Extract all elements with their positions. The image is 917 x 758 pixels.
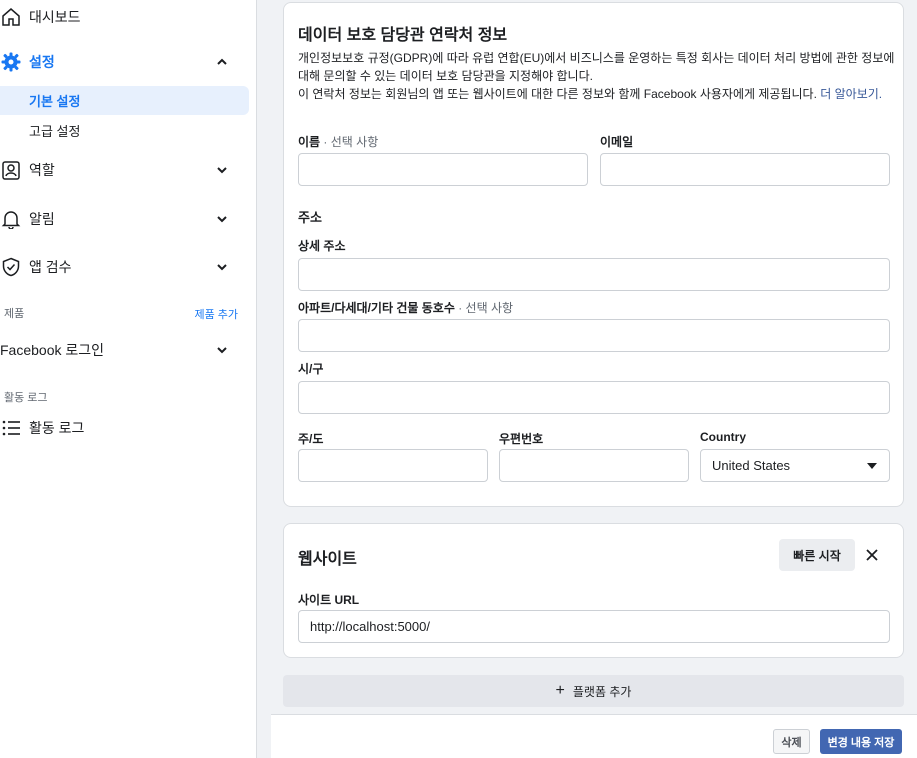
quickstart-button[interactable]: 빠른 시작	[779, 539, 855, 571]
sidebar-subitem-label: 기본 설정	[29, 94, 81, 109]
add-platform-label: 플랫폼 추가	[572, 684, 632, 699]
home-icon	[0, 6, 22, 28]
site-url-label: 사이트 URL	[298, 593, 360, 607]
street-address-field[interactable]	[298, 258, 890, 291]
country-label: Country	[700, 430, 746, 444]
sidebar-item-label: 활동 로그	[29, 420, 85, 436]
chevron-up-icon[interactable]	[215, 55, 229, 69]
card-title: 웹사이트	[298, 551, 357, 568]
apartment-field[interactable]	[298, 319, 890, 352]
save-changes-button[interactable]: 변경 내용 저장	[820, 729, 902, 754]
sidebar-item-activity-log[interactable]: 활동 로그	[0, 408, 249, 448]
street-label: 상세 주소	[298, 239, 346, 253]
site-url-field[interactable]: http://localhost:5000/	[298, 610, 890, 643]
caret-down-icon	[867, 463, 877, 469]
website-card: 웹사이트 빠른 시작 사이트 URL http://localhost:5000…	[283, 523, 904, 658]
person-badge-icon	[0, 159, 22, 181]
activity-section-label: 활동 로그	[4, 392, 48, 404]
sidebar-item-label: 대시보드	[29, 9, 81, 25]
list-icon	[0, 417, 22, 439]
delete-button[interactable]: 삭제	[773, 729, 810, 754]
description-line: 대해 문의할 수 있는 데이터 보호 담당관을 지정해야 합니다.	[298, 69, 593, 83]
sidebar-item-alerts[interactable]: 알림	[0, 199, 249, 239]
chevron-down-icon[interactable]	[215, 163, 229, 177]
address-heading: 주소	[298, 210, 322, 225]
learn-more-link[interactable]: 더 알아보기.	[820, 87, 882, 101]
optional-note: · 선택 사항	[320, 135, 379, 149]
city-label: 시/구	[298, 362, 324, 376]
footer-bar: 삭제 변경 내용 저장	[271, 714, 917, 758]
description-line: 개인정보보호 규정(GDPR)에 따라 유럽 연합(EU)에서 비즈니스를 운영…	[298, 51, 895, 65]
sidebar-item-facebook-login[interactable]: Facebook 로그인	[0, 330, 249, 370]
sidebar-item-roles[interactable]: 역할	[0, 150, 249, 190]
apt-label: 아파트/다세대/기타 건물 동호수 · 선택 사항	[298, 299, 513, 316]
country-value: United States	[712, 458, 791, 473]
products-section-label: 제품	[4, 308, 25, 320]
sidebar-subitem-basic-settings[interactable]: 기본 설정	[0, 86, 249, 115]
sidebar-item-label: 설정	[29, 54, 55, 70]
sidebar-item-label: 앱 검수	[29, 259, 72, 275]
name-field[interactable]	[298, 153, 588, 186]
email-label: 이메일	[600, 135, 634, 149]
card-title: 데이터 보호 담당관 연락처 정보	[298, 27, 508, 44]
zip-field[interactable]	[499, 449, 689, 482]
chevron-down-icon[interactable]	[215, 343, 229, 357]
sidebar-item-settings[interactable]: 설정	[0, 42, 249, 82]
bell-icon	[0, 208, 22, 230]
country-select[interactable]: United States	[700, 449, 890, 482]
sidebar-item-label: 알림	[29, 211, 55, 227]
description-line: 이 연락처 정보는 회원님의 앱 또는 웹사이트에 대한 다른 정보와 함께 F…	[298, 85, 898, 103]
label-text: 이름	[298, 135, 321, 149]
label-text: 아파트/다세대/기타 건물 동호수	[298, 301, 455, 315]
sidebar-subitem-label: 고급 설정	[29, 124, 81, 139]
sidebar-item-label: 역할	[29, 162, 55, 178]
site-url-value: http://localhost:5000/	[310, 619, 430, 634]
sidebar: 대시보드 설정 기본 설정 고급 설정 역할 알림 앱 검수 제품 제품 추가 …	[0, 0, 257, 758]
sidebar-item-app-review[interactable]: 앱 검수	[0, 247, 249, 287]
dpo-contact-card: 데이터 보호 담당관 연락처 정보 개인정보보호 규정(GDPR)에 따라 유럽…	[283, 2, 904, 507]
state-field[interactable]	[298, 449, 488, 482]
close-icon[interactable]	[864, 547, 880, 563]
chevron-down-icon[interactable]	[215, 212, 229, 226]
card-description: 개인정보보호 규정(GDPR)에 따라 유럽 연합(EU)에서 비즈니스를 운영…	[298, 49, 898, 103]
name-label: 이름 · 선택 사항	[298, 133, 378, 150]
plus-icon: +	[555, 682, 565, 699]
gear-icon	[0, 51, 22, 73]
email-field[interactable]	[600, 153, 890, 186]
sidebar-item-label: Facebook 로그인	[0, 342, 105, 358]
description-text: 이 연락처 정보는 회원님의 앱 또는 웹사이트에 대한 다른 정보와 함께 F…	[298, 87, 821, 101]
add-platform-button[interactable]: + 플랫폼 추가	[283, 675, 904, 707]
chevron-down-icon[interactable]	[215, 260, 229, 274]
zip-label: 우편번호	[499, 432, 544, 446]
optional-note: · 선택 사항	[454, 301, 514, 315]
shield-check-icon	[0, 256, 22, 278]
sidebar-subitem-advanced-settings[interactable]: 고급 설정	[0, 116, 249, 145]
state-label: 주/도	[298, 432, 324, 446]
city-field[interactable]	[298, 381, 890, 414]
add-product-link[interactable]: 제품 추가	[194, 306, 238, 322]
sidebar-item-dashboard[interactable]: 대시보드	[0, 0, 249, 37]
